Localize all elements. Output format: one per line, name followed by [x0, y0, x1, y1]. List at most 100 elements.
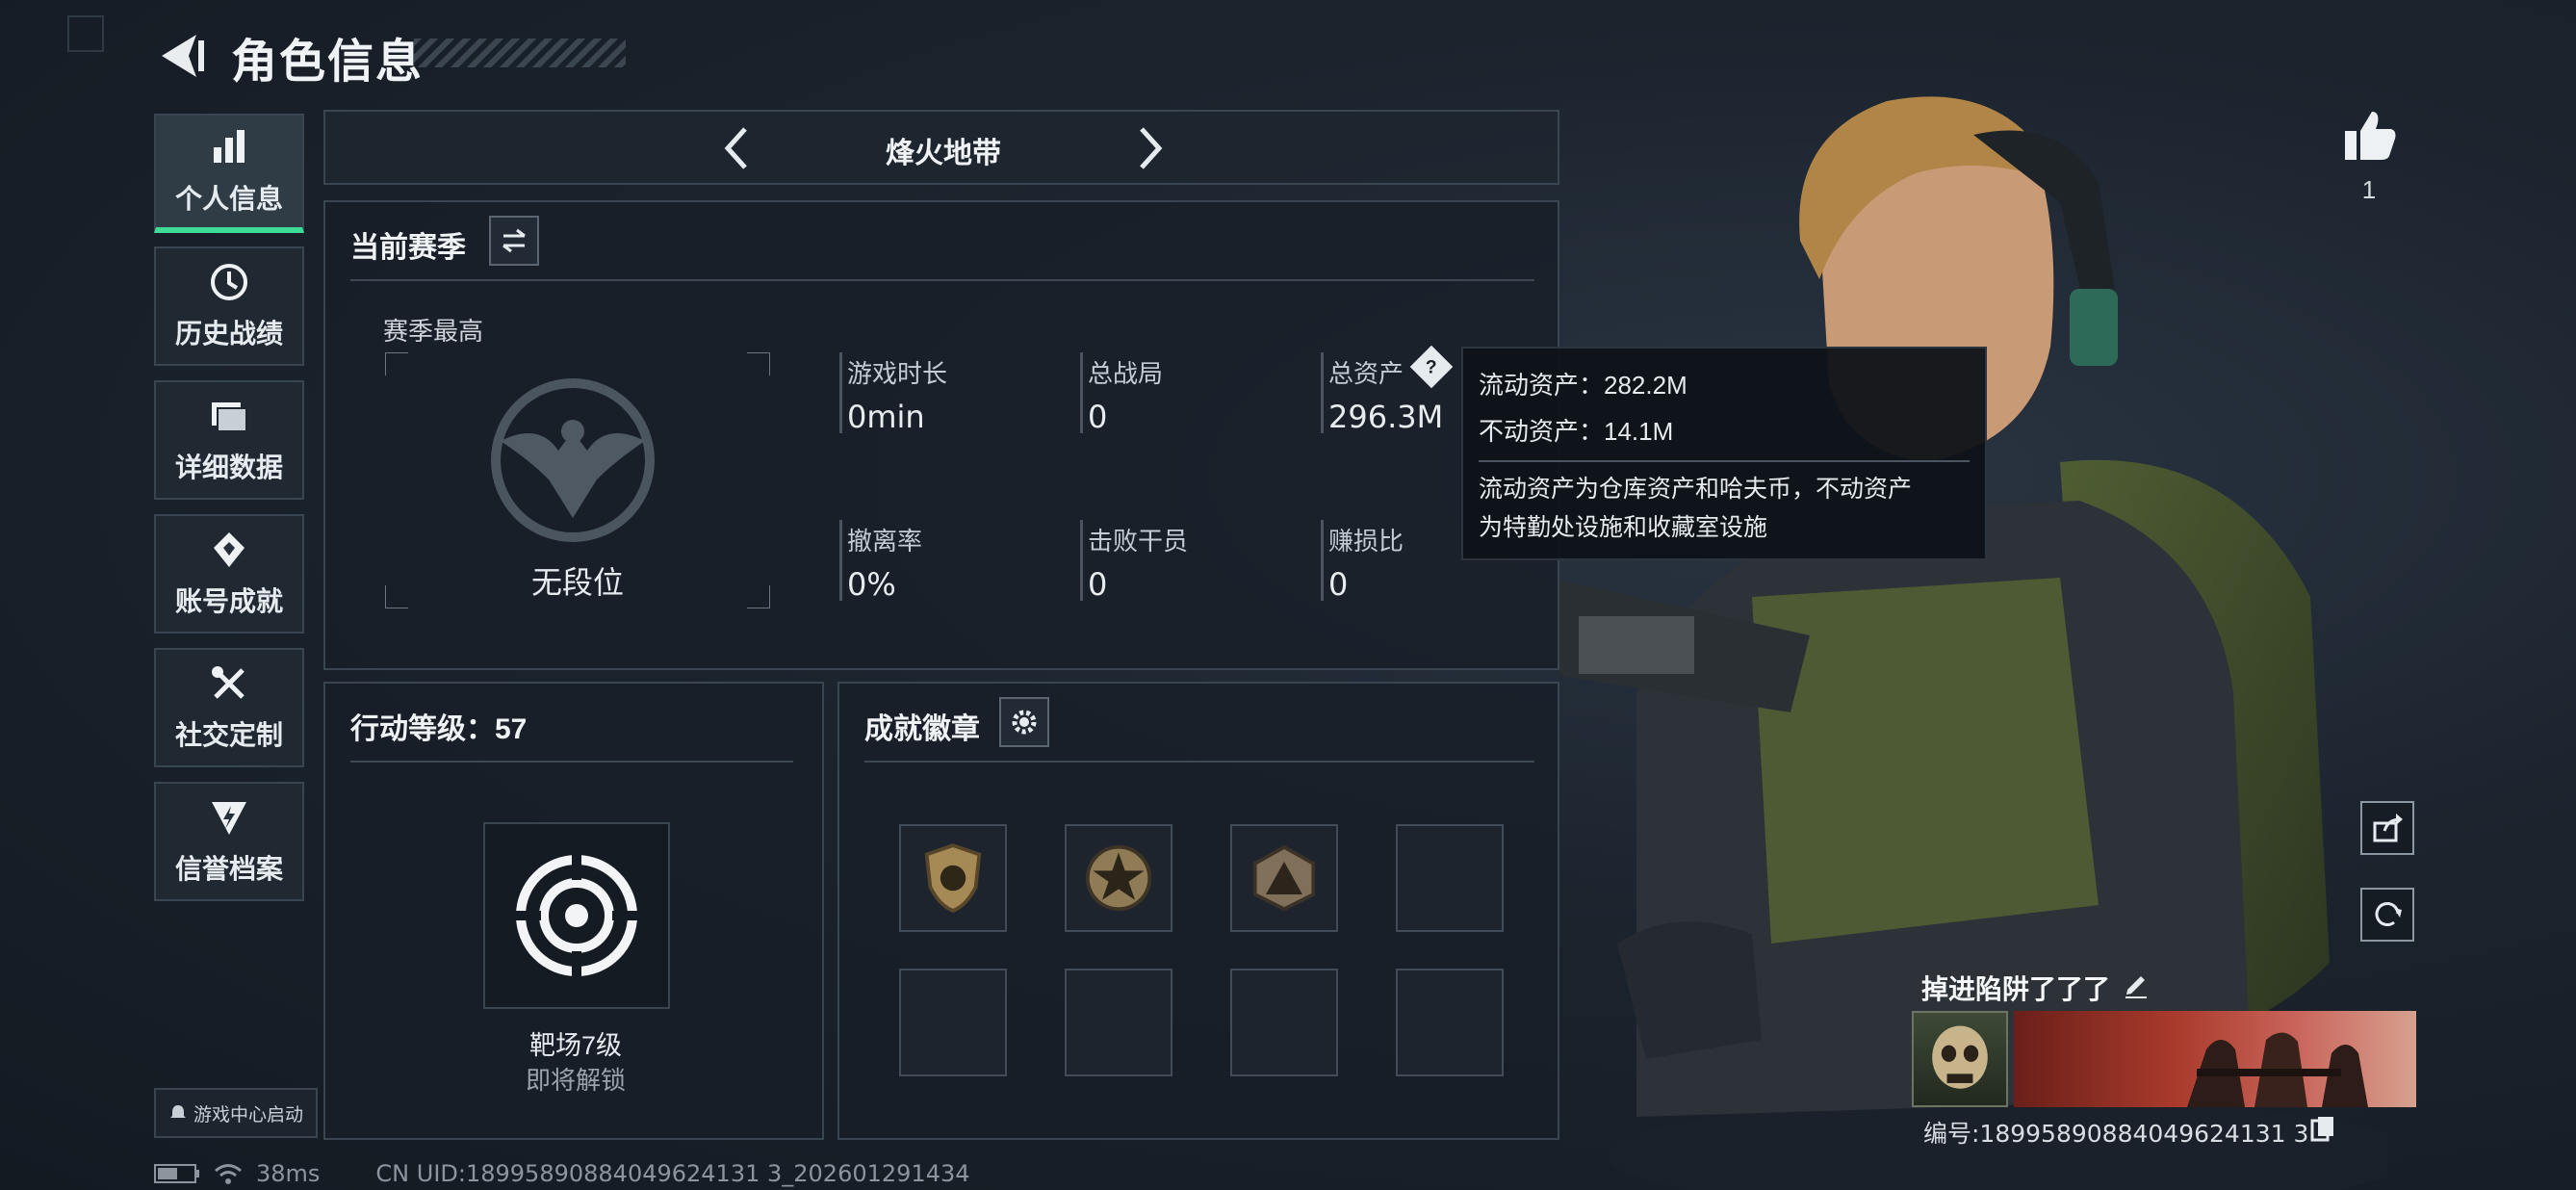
badge-slot-empty[interactable]	[1396, 969, 1504, 1076]
sidebar-item-label: 详细数据	[174, 453, 283, 482]
badge-settings-button[interactable]	[999, 697, 1049, 747]
stat-label: 赚损比	[1328, 527, 1404, 556]
sidebar-item-achievements[interactable]: 账号成就	[154, 514, 304, 634]
level-reward-name: 靶场7级	[528, 1031, 623, 1060]
stat-value: 296.3M	[1328, 399, 1444, 435]
badge-slot-empty[interactable]	[1230, 969, 1338, 1076]
copy-icon[interactable]	[2310, 1115, 2335, 1142]
tooltip-fixed-assets: 不动资产：14.1M	[1479, 417, 1674, 446]
wifi-icon	[215, 1164, 242, 1184]
sidebar-item-personal-info[interactable]: 个人信息	[154, 114, 304, 233]
sidebar-item-detail-data[interactable]: 详细数据	[154, 380, 304, 500]
section-divider	[350, 761, 793, 763]
name-card-banner[interactable]	[2014, 1011, 2416, 1107]
folder-icon	[212, 402, 247, 432]
badge-slot[interactable]	[899, 824, 1007, 932]
sidebar-item-label: 社交定制	[174, 720, 283, 750]
game-center-button[interactable]: 游戏中心启动	[154, 1088, 318, 1138]
stat-value: 0min	[847, 399, 925, 435]
stat-label: 总战局	[1088, 359, 1164, 388]
season-title: 当前赛季	[350, 232, 466, 264]
level-panel: 行动等级：57 靶场7级 即将解锁	[323, 682, 824, 1140]
title-decoration	[414, 39, 626, 67]
stat-value: 0	[1328, 566, 1349, 603]
asset-info-button[interactable]: ?	[1409, 345, 1454, 389]
chevron-right-icon[interactable]	[1122, 121, 1176, 175]
player-name: 掉进陷阱了了了	[1921, 974, 2111, 1004]
rank-name: 无段位	[530, 565, 624, 600]
section-divider	[864, 761, 1534, 763]
swap-icon	[502, 228, 526, 253]
credit-icon	[212, 802, 246, 835]
sidebar-item-history[interactable]: 历史战绩	[154, 246, 304, 366]
gear-icon	[1012, 710, 1037, 735]
soldiers-banner-image	[2187, 1032, 2368, 1107]
stat-label: 总资产	[1328, 359, 1404, 388]
sidebar-item-social[interactable]: 社交定制	[154, 648, 304, 767]
sidebar-item-credit[interactable]: 信誉档案	[154, 782, 304, 901]
badge-slot[interactable]	[1065, 824, 1172, 932]
stat-value: 0	[1088, 399, 1108, 435]
badge-slot[interactable]	[1230, 824, 1338, 932]
stat-value: 0%	[847, 566, 896, 603]
season-best-label: 赛季最高	[383, 317, 484, 346]
stat-bar	[1321, 520, 1324, 601]
avatar[interactable]	[1912, 1011, 2008, 1107]
achievement-icon	[214, 532, 245, 567]
uid-text: CN UID:18995890884049624131 3_2026012914…	[375, 1160, 970, 1187]
badge-slot-empty[interactable]	[1065, 969, 1172, 1076]
shield-badge-icon	[924, 843, 982, 913]
mode-name: 烽火地带	[886, 138, 1001, 169]
tooltip-desc-line1: 流动资产为仓库资产和哈夫币，不动资产	[1479, 476, 1913, 503]
share-button[interactable]	[2360, 801, 2414, 855]
bar-chart-icon	[214, 130, 245, 163]
ping-value: 38ms	[256, 1160, 321, 1187]
badge-slot-empty[interactable]	[1396, 824, 1504, 932]
refresh-icon	[2375, 902, 2402, 926]
page-title: 角色信息	[231, 37, 425, 88]
level-title: 行动等级：57	[350, 713, 528, 745]
status-bar: 38ms CN UID:18995890884049624131 3_20260…	[154, 1157, 970, 1190]
stat-value: 0	[1088, 566, 1108, 603]
player-id: 编号:18995890884049624131 3	[1923, 1120, 2309, 1148]
stat-label: 撤离率	[847, 527, 923, 556]
star-badge-icon	[1085, 844, 1152, 912]
badge-panel: 成就徽章	[837, 682, 1559, 1140]
sidebar-item-label: 历史战绩	[174, 319, 283, 349]
bell-icon	[169, 1105, 186, 1118]
sidebar-item-label: 信誉档案	[174, 854, 283, 884]
stat-bar	[1080, 352, 1083, 433]
like-count: 1	[2361, 175, 2377, 204]
edit-icon[interactable]	[2122, 970, 2151, 999]
stat-bar	[1080, 520, 1083, 601]
stat-bar	[1321, 352, 1324, 433]
season-panel: 当前赛季 赛季最高 无段位 游戏时长 0min 总战局 0 总资产 296.3M…	[323, 200, 1559, 670]
season-switch-button[interactable]	[489, 216, 539, 266]
asset-tooltip: 流动资产：282.2M 不动资产：14.1M 流动资产为仓库资产和哈夫币，不动资…	[1461, 347, 1987, 560]
badge-slot-empty[interactable]	[899, 969, 1007, 1076]
triangle-badge-icon	[1252, 844, 1316, 912]
history-icon	[211, 264, 247, 300]
back-button[interactable]	[154, 27, 212, 85]
stat-bar	[839, 352, 842, 433]
tooltip-desc-line2: 为特勤处设施和收藏室设施	[1479, 514, 1768, 541]
refresh-button[interactable]	[2360, 888, 2414, 942]
tooltip-divider	[1479, 460, 1970, 462]
level-reward-status: 即将解锁	[525, 1066, 626, 1095]
question-icon: ?	[1426, 355, 1437, 377]
badge-title: 成就徽章	[864, 713, 980, 745]
skull-mask-icon	[1932, 1025, 1988, 1089]
corner-decoration	[67, 15, 104, 52]
stat-label: 击败干员	[1088, 527, 1189, 556]
battery-icon	[154, 1164, 199, 1183]
sidebar-item-label: 个人信息	[174, 184, 283, 214]
eagle-rank-icon	[491, 378, 655, 542]
section-divider	[350, 279, 1534, 281]
tools-icon	[212, 666, 245, 699]
share-icon	[2373, 814, 2403, 842]
thumbs-up-icon[interactable]	[2339, 106, 2399, 166]
stat-bar	[839, 520, 842, 601]
level-reward-slot[interactable]	[483, 822, 670, 1009]
target-icon	[514, 853, 639, 978]
back-arrow-icon	[162, 35, 204, 77]
